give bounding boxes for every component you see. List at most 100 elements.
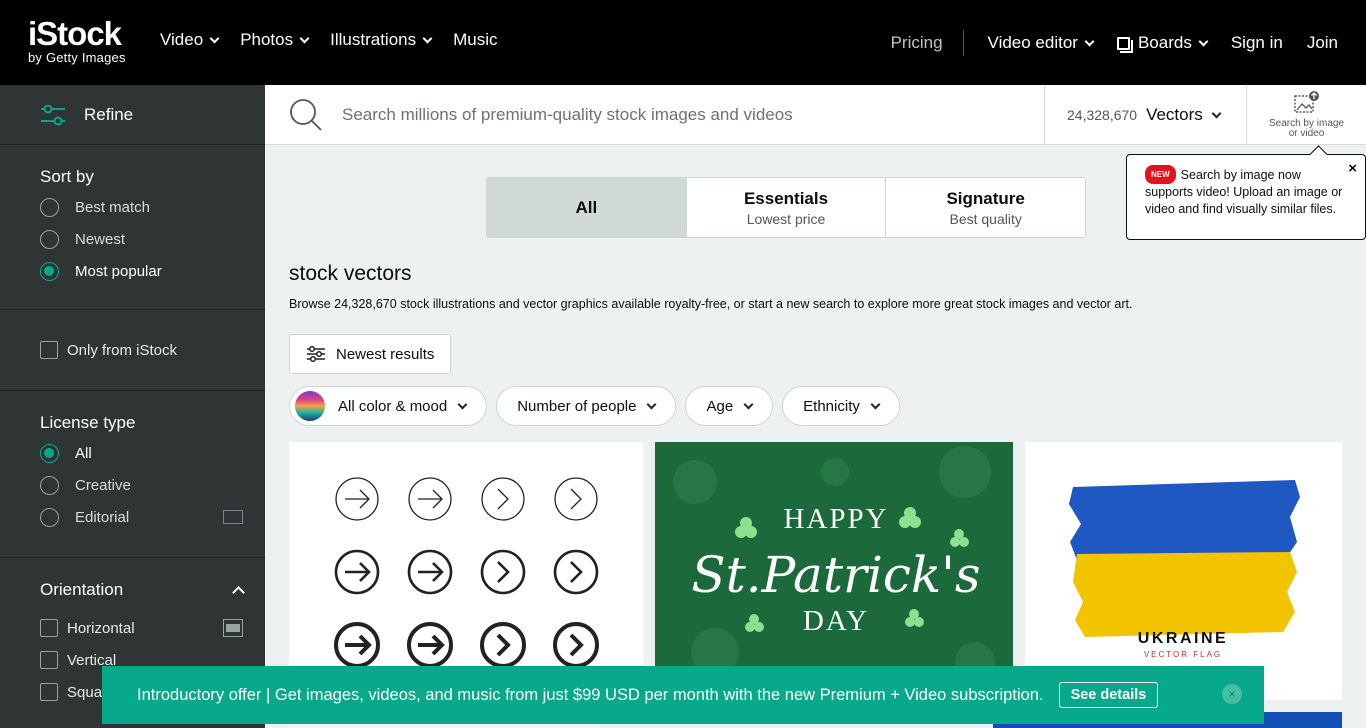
secondary-nav: Pricing Video editor Boards Sign in Join <box>891 30 1338 56</box>
promo-text: Introductory offer | Get images, videos,… <box>137 685 1044 704</box>
new-badge: NEW <box>1145 165 1176 184</box>
chevron-up-icon <box>232 586 245 599</box>
nav-video-editor[interactable]: Video editor <box>987 33 1095 53</box>
license-title: License type <box>40 413 136 432</box>
nav-divider <box>962 30 964 56</box>
promo-banner: Introductory offer | Get images, videos,… <box>102 666 1264 724</box>
sliders-icon <box>41 104 65 125</box>
sort-newest-label: Newest <box>75 230 126 248</box>
sort-best-match-label: Best match <box>75 198 151 216</box>
collection-tabs: All Essentials Lowest price Signature Be… <box>486 177 1086 238</box>
nav-boards[interactable]: Boards <box>1116 33 1209 53</box>
radio-button[interactable] <box>40 229 59 249</box>
nav-video[interactable]: Video <box>160 30 220 50</box>
sort-most-popular-label: Most popular <box>75 262 162 280</box>
sliders-icon <box>307 346 325 362</box>
nav-video-label: Video <box>160 30 204 49</box>
tab-all[interactable]: All <box>487 178 687 237</box>
asset-type-label: Vectors <box>1146 105 1203 124</box>
nav-photos[interactable]: Photos <box>240 30 310 50</box>
filter-age[interactable]: Age <box>685 386 774 426</box>
nav-boards-label: Boards <box>1137 33 1192 52</box>
orientation-horizontal[interactable]: Horizontal <box>40 612 265 644</box>
tab-essentials-subtitle: Lowest price <box>746 210 826 227</box>
logo-wordmark: iStock <box>28 15 122 52</box>
ukraine-title-text: UKRAINE <box>1138 630 1228 647</box>
radio-button[interactable] <box>40 507 59 527</box>
chevron-down-icon <box>457 399 468 409</box>
see-details-button[interactable]: See details <box>1058 682 1159 708</box>
close-icon[interactable]: × <box>1348 160 1357 177</box>
sort-section: Sort by Best match Newest Most popular <box>0 145 265 310</box>
by-image-line2: or video <box>1288 128 1325 139</box>
search-by-image-tooltip: NEW Search by image now supports video! U… <box>1126 154 1366 240</box>
checkbox[interactable] <box>40 683 58 701</box>
chevron-down-icon <box>1211 108 1222 118</box>
nav-illustrations[interactable]: Illustrations <box>330 30 433 50</box>
patricks-happy-text: HAPPY <box>783 503 888 535</box>
nav-photos-label: Photos <box>240 30 294 49</box>
license-creative-label: Creative <box>75 476 131 494</box>
sort-best-match[interactable]: Best match <box>40 191 265 223</box>
nav-music[interactable]: Music <box>453 30 497 50</box>
search-input[interactable] <box>342 103 1022 127</box>
primary-nav: Video Photos Illustrations Music <box>160 30 498 50</box>
nav-pricing[interactable]: Pricing <box>891 33 943 53</box>
checkbox[interactable] <box>40 619 58 637</box>
st-patricks-illustration: HAPPY St.Patrick's DAY <box>655 442 1013 702</box>
close-icon[interactable]: × <box>1222 684 1242 704</box>
license-creative[interactable]: Creative <box>40 469 265 501</box>
boards-icon <box>1116 36 1133 53</box>
only-istock-section: Only from iStock <box>0 310 265 391</box>
tab-all-title: All <box>575 197 598 217</box>
arrow-icons-illustration <box>334 477 599 668</box>
only-istock-checkbox[interactable]: Only from iStock <box>40 334 265 366</box>
result-image-arrow-icons[interactable] <box>289 442 643 702</box>
search-icon[interactable] <box>289 98 323 132</box>
nav-sign-in-label: Sign in <box>1230 33 1283 52</box>
checkbox[interactable] <box>40 341 58 359</box>
result-image-ukraine-flag[interactable]: UKRAINE VECTOR FLAG <box>1025 442 1342 700</box>
filter-number-of-people[interactable]: Number of people <box>496 386 677 426</box>
tab-signature[interactable]: Signature Best quality <box>886 178 1085 237</box>
filter-age-label: Age <box>706 397 734 415</box>
checkbox[interactable] <box>40 651 58 669</box>
license-editorial-label: Editorial <box>75 508 130 526</box>
orientation-header[interactable]: Orientation <box>40 580 265 600</box>
only-istock-label: Only from iStock <box>67 341 178 359</box>
chevron-down-icon <box>299 33 310 43</box>
sort-title: Sort by <box>40 167 94 186</box>
license-all[interactable]: All <box>40 437 265 469</box>
sort-most-popular[interactable]: Most popular <box>40 255 265 287</box>
filter-ethnicity[interactable]: Ethnicity <box>782 386 900 426</box>
tab-signature-subtitle: Best quality <box>949 210 1022 227</box>
newest-results-label: Newest results <box>336 345 435 363</box>
filter-color-mood-label: All color & mood <box>338 397 448 415</box>
radio-button-selected[interactable] <box>40 261 59 281</box>
search-by-image-button[interactable]: Search by image or video <box>1246 85 1366 145</box>
sort-newest[interactable]: Newest <box>40 223 265 255</box>
refine-toggle[interactable]: Refine <box>0 85 265 145</box>
result-image-st-patricks-day[interactable]: HAPPY St.Patrick's DAY <box>655 442 1013 702</box>
orientation-title: Orientation <box>40 580 124 599</box>
filter-ethnicity-label: Ethnicity <box>803 397 860 415</box>
license-editorial[interactable]: Editorial <box>40 501 265 533</box>
result-count: 24,328,670 <box>1067 107 1138 123</box>
asset-type-dropdown[interactable]: 24,328,670 Vectors <box>1044 85 1246 145</box>
nav-video-editor-label: Video editor <box>987 33 1078 52</box>
nav-sign-in[interactable]: Sign in <box>1231 33 1283 53</box>
filter-color-mood[interactable]: All color & mood <box>289 386 488 426</box>
radio-button[interactable] <box>40 197 59 217</box>
nav-music-label: Music <box>453 30 498 49</box>
tab-essentials[interactable]: Essentials Lowest price <box>687 178 887 237</box>
orientation-horizontal-label: Horizontal <box>67 619 135 637</box>
ukraine-subtitle-text: VECTOR FLAG <box>1144 650 1222 659</box>
horizontal-orientation-icon <box>223 619 243 637</box>
radio-button[interactable] <box>40 475 59 495</box>
newest-results-button[interactable]: Newest results <box>289 334 451 374</box>
ukraine-flag-illustration: UKRAINE VECTOR FLAG <box>1025 442 1342 700</box>
patricks-day-text: DAY <box>803 605 869 637</box>
nav-join[interactable]: Join <box>1307 33 1338 53</box>
radio-button-selected[interactable] <box>40 443 59 463</box>
istock-logo[interactable]: iStock by Getty Images <box>28 15 126 65</box>
